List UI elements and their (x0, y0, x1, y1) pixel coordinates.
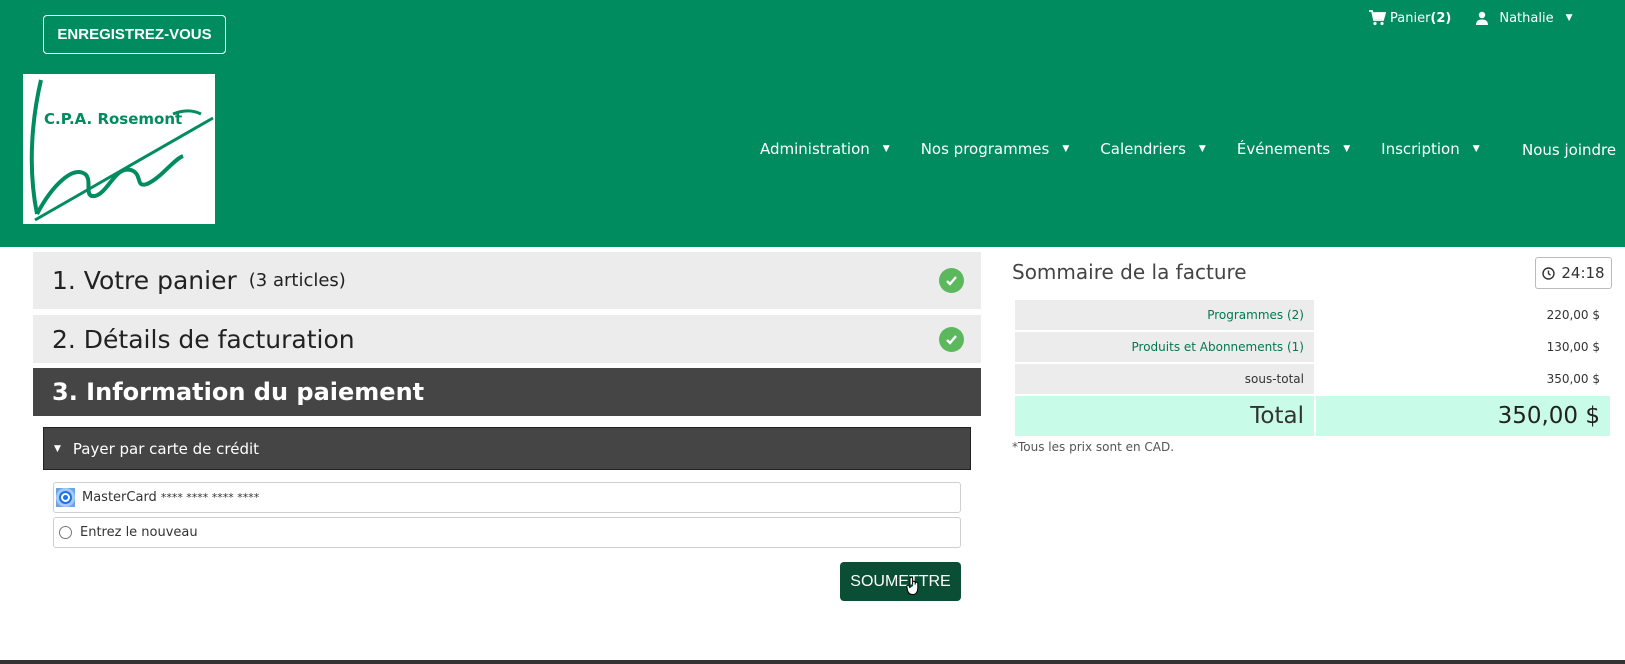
radio-highlight (56, 488, 75, 507)
user-name: Nathalie (1499, 10, 1554, 26)
new-card-option[interactable]: Entrez le nouveau (53, 517, 961, 548)
chevron-down-icon: ▼ (882, 144, 890, 154)
summary-subtotal-value: 350,00 $ (1546, 372, 1600, 386)
summary-programmes-label[interactable]: Programmes (2) (1015, 300, 1314, 330)
nav-label: Administration (760, 140, 870, 158)
new-card-label: Entrez le nouveau (80, 525, 198, 540)
step-billing[interactable]: 2. Détails de facturation (33, 315, 981, 363)
card-brand: MasterCard (82, 490, 157, 505)
nav-nous-joindre[interactable]: Nous joindre (1522, 141, 1616, 159)
logo[interactable]: C.P.A. Rosemont (23, 74, 215, 224)
invoice-summary-table: Programmes (2) 220,00 $ Produits et Abon… (1013, 298, 1612, 438)
nav-label: Nos programmes (920, 140, 1050, 158)
session-timer: 24:18 (1535, 257, 1612, 289)
total-value: 350,00 $ (1316, 396, 1610, 436)
currency-note: *Tous les prix sont en CAD. (1012, 440, 1175, 454)
step-title: 1. Votre panier (52, 266, 237, 295)
nav-administration[interactable]: Administration ▼ (760, 140, 890, 158)
caret-down-icon: ▼ (54, 443, 61, 454)
chevron-down-icon: ▼ (1472, 144, 1480, 154)
step-title: 2. Détails de facturation (52, 324, 355, 354)
total-label: Total (1015, 396, 1314, 436)
nav-label: Inscription (1381, 140, 1460, 158)
table-row-total: Total 350,00 $ (1015, 396, 1610, 436)
card-number-mask: **** **** **** **** (160, 491, 260, 504)
step-title: 3. Information du paiement (52, 378, 425, 406)
nav-label: Calendriers (1100, 140, 1186, 158)
summary-subtotal-label: sous-total (1015, 364, 1314, 394)
saved-card-radio[interactable] (59, 491, 72, 504)
top-right-menu: Panier (2) Nathalie ▼ (1368, 10, 1573, 26)
logo-image: C.P.A. Rosemont (29, 79, 214, 222)
cart-article-count: (3 articles) (248, 270, 346, 291)
chevron-down-icon: ▼ (1062, 144, 1070, 154)
timer-value: 24:18 (1561, 264, 1605, 282)
chevron-down-icon: ▼ (1198, 144, 1206, 154)
panel-label: Payer par carte de crédit (72, 439, 260, 458)
nav-inscription[interactable]: Inscription ▼ (1381, 140, 1480, 158)
summary-programmes-value: 220,00 $ (1546, 308, 1600, 322)
credit-card-panel-toggle[interactable]: ▼ Payer par carte de crédit (43, 427, 971, 470)
summary-produits-value: 130,00 $ (1546, 340, 1600, 354)
check-icon (939, 326, 964, 352)
nav-calendriers[interactable]: Calendriers ▼ (1100, 140, 1206, 158)
clock-icon (1542, 266, 1556, 280)
table-row: Programmes (2) 220,00 $ (1015, 300, 1610, 330)
step-payment: 3. Information du paiement (33, 368, 981, 416)
step-cart[interactable]: 1. Votre panier (3 articles) (33, 252, 981, 309)
main-nav: Administration ▼ Nos programmes ▼ Calendri… (760, 140, 1511, 158)
check-icon (939, 268, 964, 293)
logo-text: C.P.A. Rosemont (44, 110, 182, 128)
new-card-radio[interactable] (59, 526, 72, 539)
register-button[interactable]: ENREGISTREZ-VOUS (43, 15, 226, 54)
user-icon (1476, 11, 1489, 25)
table-row: Produits et Abonnements (1) 130,00 $ (1015, 332, 1610, 362)
chevron-down-icon: ▼ (1565, 13, 1573, 23)
invoice-summary-title: Sommaire de la facture (1012, 260, 1247, 284)
cart-count: (2) (1430, 10, 1452, 26)
cart-link[interactable]: Panier (2) (1368, 10, 1451, 26)
summary-produits-label[interactable]: Produits et Abonnements (1) (1015, 332, 1314, 362)
saved-card-option[interactable]: MasterCard **** **** **** **** (53, 482, 961, 513)
submit-button[interactable]: SOUMETTRE (840, 562, 961, 601)
cart-icon (1369, 10, 1386, 26)
cart-label: Panier (1390, 10, 1431, 26)
user-menu[interactable]: Nathalie ▼ (1475, 10, 1573, 26)
hand-cursor-icon (906, 576, 919, 596)
nav-label: Événements (1236, 140, 1331, 158)
nav-programmes[interactable]: Nos programmes ▼ (921, 140, 1070, 158)
site-header: ENREGISTREZ-VOUS Panier (2) Nathalie ▼ C… (0, 0, 1625, 247)
nav-evenements[interactable]: Événements ▼ (1237, 140, 1350, 158)
chevron-down-icon: ▼ (1343, 144, 1351, 154)
footer-divider (0, 660, 1625, 664)
table-row: sous-total 350,00 $ (1015, 364, 1610, 394)
